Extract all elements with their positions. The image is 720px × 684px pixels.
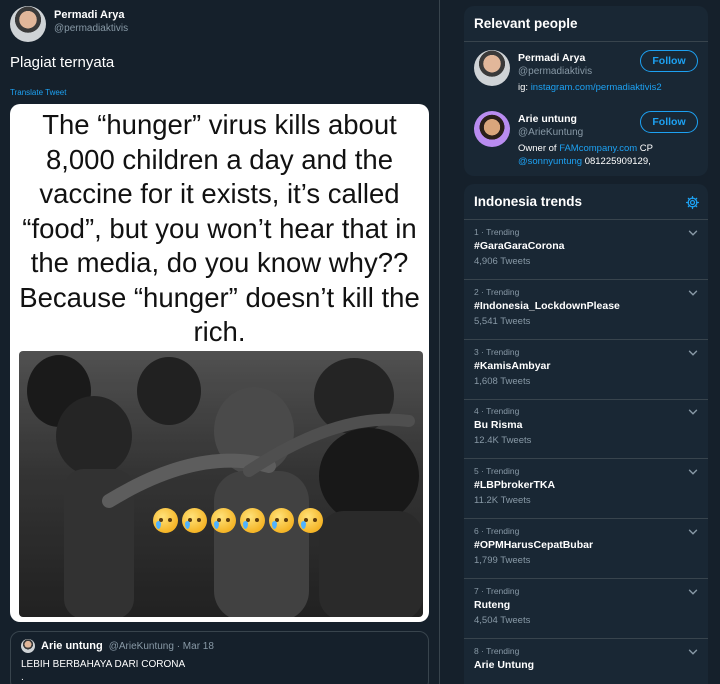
chevron-down-icon[interactable] <box>688 228 698 238</box>
person-name[interactable]: Permadi Arya <box>518 52 638 64</box>
person-handle[interactable]: @permadiaktivis <box>518 66 638 77</box>
trend-name[interactable]: Bu Risma <box>474 419 698 431</box>
trend-item[interactable]: 5 · Trending #LBPbrokerTKA 11.2K Tweets <box>464 459 708 520</box>
photo-silhouettes <box>19 351 423 617</box>
trend-tweet-count: 1,799 Tweets <box>474 555 531 566</box>
person-card[interactable]: Arie untung @ArieKuntung Owner of FAMcom… <box>474 111 698 168</box>
crying-face-icon <box>298 508 323 533</box>
quoted-author-name[interactable]: Arie untung <box>41 640 103 652</box>
bio-link[interactable]: instagram.com/permadiaktivis2 <box>531 82 662 93</box>
author-name[interactable]: Permadi Arya <box>54 9 128 21</box>
trend-item[interactable]: 2 · Trending #Indonesia_LockdownPlease 5,5… <box>464 280 708 340</box>
avatar[interactable] <box>10 6 46 42</box>
bio-link[interactable]: FAMcompany.com <box>559 143 637 154</box>
avatar[interactable] <box>21 639 35 653</box>
trend-tweet-count: 4,906 Tweets <box>474 256 531 267</box>
follow-button[interactable]: Follow <box>640 111 698 133</box>
crying-face-icon <box>269 508 294 533</box>
bio-text: CP <box>637 143 653 154</box>
gear-icon[interactable] <box>685 195 700 210</box>
trend-name[interactable]: #GaraGaraCorona <box>474 240 698 252</box>
tweet-image[interactable]: The “hunger” virus kills about 8,000 chi… <box>10 104 429 622</box>
person-bio: Owner of FAMcompany.com CP @sonnyuntung 0… <box>518 142 653 168</box>
trends-panel: Indonesia trends 1 · Trending #GaraGaraCo… <box>464 184 708 684</box>
tweet-column: Permadi Arya @permadiaktivis Plagiat ter… <box>0 0 440 684</box>
trend-tweet-count: 11.2K Tweets <box>474 495 531 507</box>
trend-item[interactable]: 3 · Trending #KamisAmbyar 1,608 Tweets <box>464 340 708 400</box>
chevron-down-icon[interactable] <box>688 647 698 657</box>
trend-item[interactable]: 7 · Trending Ruteng 4,504 Tweets <box>464 579 708 639</box>
trend-item[interactable]: 4 · Trending Bu Risma 12.4K Tweets <box>464 399 708 460</box>
chevron-down-icon[interactable] <box>688 407 698 417</box>
chevron-down-icon[interactable] <box>688 288 698 298</box>
trend-name[interactable]: #LBPbrokerTKA <box>474 479 698 491</box>
trend-rank: 3 · Trending <box>474 346 520 357</box>
trend-name[interactable]: #Indonesia_LockdownPlease <box>474 300 698 312</box>
quoted-text: LEBIH BERBAHAYA DARI CORONA <box>21 659 186 670</box>
trend-tweet-count: 1,608 Tweets <box>474 375 531 387</box>
children-photo <box>19 351 423 617</box>
image-caption: The “hunger” virus kills about 8,000 chi… <box>19 109 420 347</box>
trend-rank: 5 · Trending <box>474 466 520 477</box>
trend-tweet-count: 4,504 Tweets <box>474 614 531 626</box>
chevron-down-icon[interactable] <box>688 467 698 477</box>
avatar[interactable] <box>474 111 510 147</box>
trend-item[interactable]: 1 · Trending #GaraGaraCorona 4,906 Tweets <box>464 220 708 280</box>
trend-tweet-count: 5,541 Tweets <box>474 315 531 327</box>
chevron-down-icon[interactable] <box>688 348 698 358</box>
person-bio: ig: instagram.com/permadiaktivis2 <box>518 81 662 94</box>
trend-rank: 4 · Trending <box>474 406 520 417</box>
crying-face-icon <box>211 508 236 533</box>
bio-text: 081225909129, <box>582 156 651 167</box>
quoted-text-dot: . <box>21 672 24 683</box>
quoted-tweet[interactable]: Arie untung @ArieKuntung · Mar 18 LEBIH … <box>10 631 429 684</box>
crying-face-icon <box>182 508 207 533</box>
panel-title: Relevant people <box>464 6 708 42</box>
trend-name[interactable]: Ruteng <box>474 599 698 611</box>
trend-rank: 6 · Trending <box>474 526 520 536</box>
trend-tweet-count: 12.4K Tweets <box>474 435 532 447</box>
relevant-people-panel: Relevant people Permadi Arya @permadiakt… <box>464 6 708 176</box>
trend-item[interactable]: 6 · Trending #OPMHarusCepatBubar 1,799 Twe… <box>464 519 708 579</box>
trend-name[interactable]: Arie Untung <box>474 659 698 671</box>
crying-face-icon <box>153 508 178 533</box>
panel-title: Indonesia trends <box>464 184 708 220</box>
crying-emoji-row <box>153 508 323 533</box>
follow-button[interactable]: Follow <box>640 50 698 72</box>
chevron-down-icon[interactable] <box>688 587 698 597</box>
avatar[interactable] <box>474 50 510 86</box>
bio-text: ig: <box>518 82 531 93</box>
trend-rank: 8 · Trending <box>474 645 520 656</box>
person-name[interactable]: Arie untung <box>518 113 638 125</box>
trend-name[interactable]: #KamisAmbyar <box>474 360 698 372</box>
tweet-author[interactable]: Permadi Arya @permadiaktivis <box>10 6 128 42</box>
translate-tweet-link[interactable]: Translate Tweet <box>10 88 66 97</box>
bio-text: Owner of <box>518 143 560 154</box>
trend-rank: 7 · Trending <box>474 585 520 596</box>
person-handle[interactable]: @ArieKuntung <box>518 127 638 138</box>
trend-rank: 1 · Trending <box>474 227 520 237</box>
person-card[interactable]: Permadi Arya @permadiaktivis ig: instagr… <box>474 50 698 94</box>
trend-item[interactable]: 8 · Trending Arie Untung <box>464 639 708 684</box>
bio-mention-link[interactable]: @sonnyuntung <box>518 156 582 167</box>
tweet-text: Plagiat ternyata <box>10 54 115 71</box>
trend-name[interactable]: #OPMHarusCepatBubar <box>474 539 698 551</box>
author-handle[interactable]: @permadiaktivis <box>54 23 128 34</box>
chevron-down-icon[interactable] <box>688 527 698 537</box>
trend-rank: 2 · Trending <box>474 286 520 297</box>
crying-face-icon <box>240 508 265 533</box>
quoted-author-meta[interactable]: @ArieKuntung · Mar 18 <box>109 641 214 652</box>
